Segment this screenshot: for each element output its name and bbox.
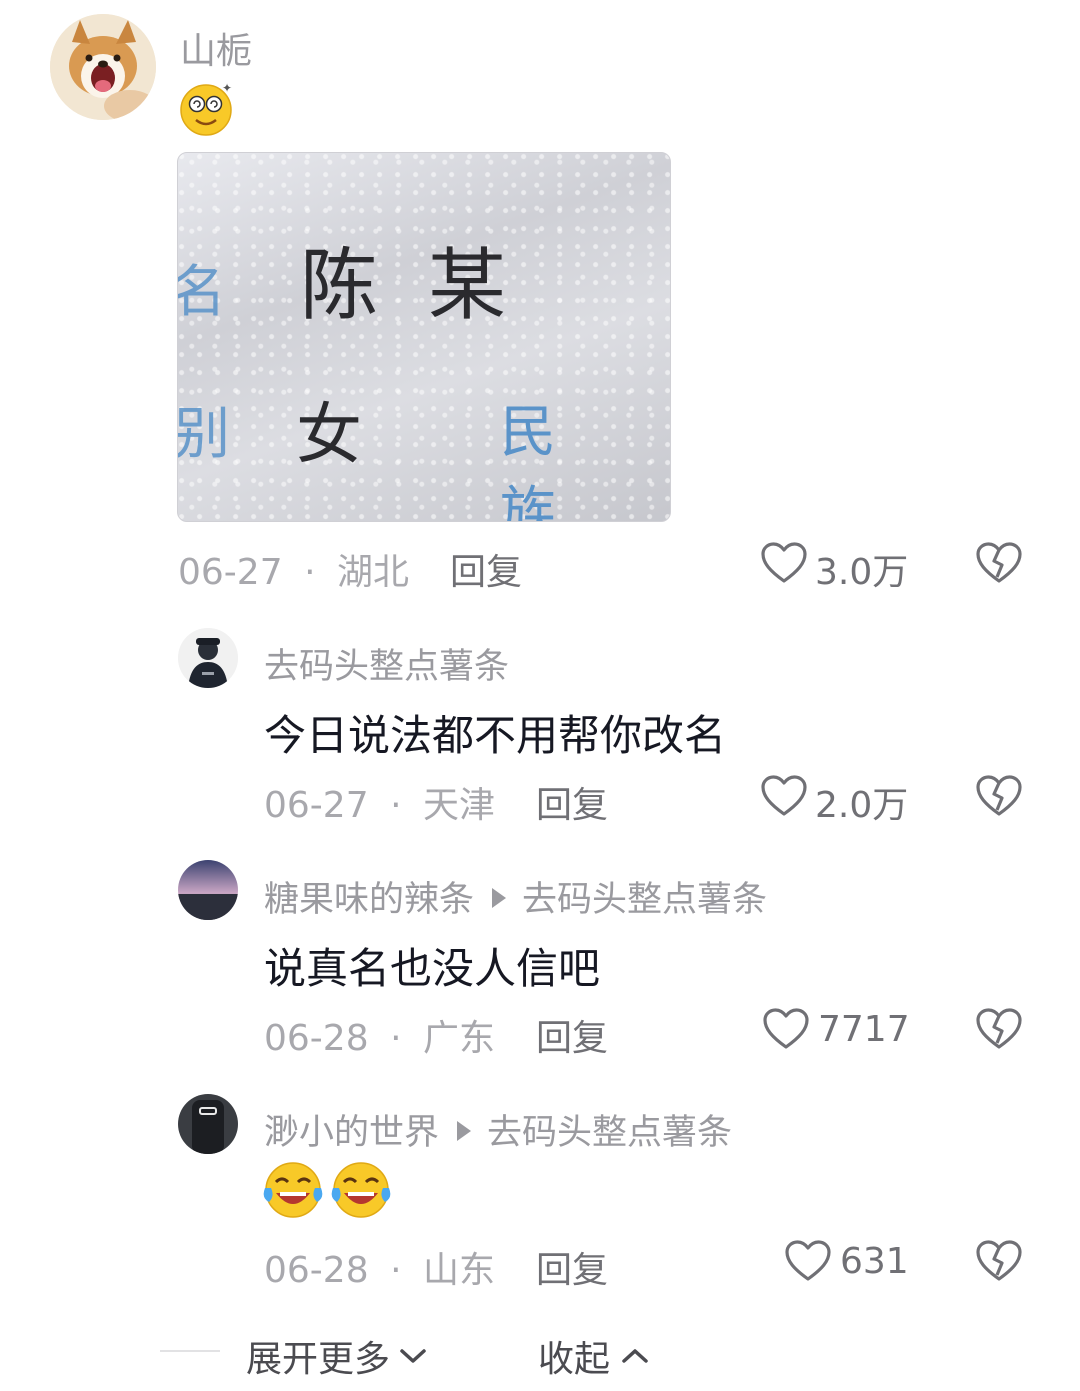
comment-date: 06-28 bbox=[264, 1250, 369, 1291]
like-count: 2.0万 bbox=[815, 785, 909, 826]
expand-more-label: 展开更多 bbox=[246, 1339, 391, 1380]
corgi-avatar-image bbox=[50, 14, 156, 120]
chevron-up-icon bbox=[620, 1346, 650, 1366]
comment-location: 广东 bbox=[422, 1018, 495, 1059]
sunset-avatar-image bbox=[178, 860, 238, 920]
comment-username[interactable]: 山栀 bbox=[180, 22, 252, 74]
card-gender-value: 女 bbox=[296, 396, 362, 473]
uniform-person-avatar-image bbox=[178, 628, 238, 688]
comment-date: 06-27 bbox=[178, 552, 283, 593]
avatar[interactable] bbox=[178, 860, 238, 920]
chevron-down-icon bbox=[398, 1346, 428, 1366]
svg-text:✦: ✦ bbox=[222, 81, 232, 95]
heart-outline-icon[interactable] bbox=[760, 774, 808, 818]
comment-text: 说真名也没人信吧 bbox=[264, 944, 601, 993]
collapse-button[interactable]: 收起 bbox=[538, 1330, 650, 1382]
heart-outline-icon[interactable] bbox=[760, 541, 808, 585]
reply-button[interactable]: 回复 bbox=[536, 1009, 608, 1061]
heart-outline-icon[interactable] bbox=[784, 1239, 832, 1283]
meta-separator: · bbox=[390, 1018, 402, 1059]
avatar[interactable] bbox=[178, 1094, 238, 1154]
broken-heart-icon[interactable] bbox=[975, 1007, 1023, 1051]
comment-username[interactable]: 去码头整点薯条 bbox=[264, 638, 509, 689]
reply-arrow-icon bbox=[492, 888, 507, 908]
like-count: 3.0万 bbox=[815, 552, 909, 593]
like-count: 631 bbox=[840, 1241, 909, 1282]
comment-meta: 06-27 · 湖北 bbox=[178, 543, 409, 595]
reply-header: 糖果味的辣条 去码头整点薯条 bbox=[264, 871, 767, 922]
expand-more-button[interactable]: 展开更多 bbox=[246, 1330, 428, 1382]
divider bbox=[160, 1350, 220, 1352]
comment-location: 山东 bbox=[422, 1250, 495, 1291]
reply-button[interactable]: 回复 bbox=[450, 543, 522, 595]
reply-to-username[interactable]: 去码头整点薯条 bbox=[487, 1113, 732, 1153]
reply-header: 渺小的世界 去码头整点薯条 bbox=[264, 1104, 732, 1155]
broken-heart-icon[interactable] bbox=[975, 774, 1023, 818]
card-ethnicity-label: 民族 bbox=[500, 400, 592, 522]
avatar[interactable] bbox=[50, 14, 156, 120]
comment-date: 06-27 bbox=[264, 785, 369, 826]
reply-button[interactable]: 回复 bbox=[536, 776, 608, 828]
reply-arrow-icon bbox=[457, 1121, 472, 1141]
comment-location: 天津 bbox=[422, 785, 495, 826]
reply-button[interactable]: 回复 bbox=[536, 1241, 608, 1293]
device-avatar-image bbox=[178, 1094, 238, 1154]
card-name-value: 陈某 bbox=[300, 241, 557, 331]
broken-heart-icon[interactable] bbox=[975, 1239, 1023, 1283]
comment-meta: 06-28 · 广东 bbox=[264, 1009, 495, 1061]
meta-separator: · bbox=[304, 552, 316, 593]
comment-meta: 06-27 · 天津 bbox=[264, 776, 495, 828]
meta-separator: · bbox=[390, 785, 402, 826]
like-count: 7717 bbox=[818, 1009, 910, 1050]
reply-to-username[interactable]: 去码头整点薯条 bbox=[522, 880, 767, 920]
meta-separator: · bbox=[390, 1250, 402, 1291]
heart-outline-icon[interactable] bbox=[762, 1007, 810, 1051]
collapse-label: 收起 bbox=[538, 1339, 611, 1380]
card-gender-label: 别 bbox=[177, 402, 230, 467]
avatar[interactable] bbox=[178, 628, 238, 688]
laughing-crying-emoji-icon bbox=[262, 1160, 324, 1220]
comment-date: 06-28 bbox=[264, 1018, 369, 1059]
broken-heart-icon[interactable] bbox=[975, 541, 1023, 585]
comment-meta: 06-28 · 山东 bbox=[264, 1241, 495, 1293]
card-name-label: 名 bbox=[178, 247, 226, 328]
comment-username[interactable]: 糖果味的辣条 bbox=[264, 880, 474, 920]
comment-location: 湖北 bbox=[336, 552, 409, 593]
laughing-crying-emoji-icon bbox=[330, 1160, 392, 1220]
comment-image[interactable]: 名 陈某 别 女 民族 bbox=[177, 152, 671, 522]
comment-username[interactable]: 渺小的世界 bbox=[264, 1113, 439, 1153]
dizzy-face-emoji-icon: ✦ bbox=[178, 78, 238, 136]
comment-text: 今日说法都不用帮你改名 bbox=[264, 711, 727, 760]
